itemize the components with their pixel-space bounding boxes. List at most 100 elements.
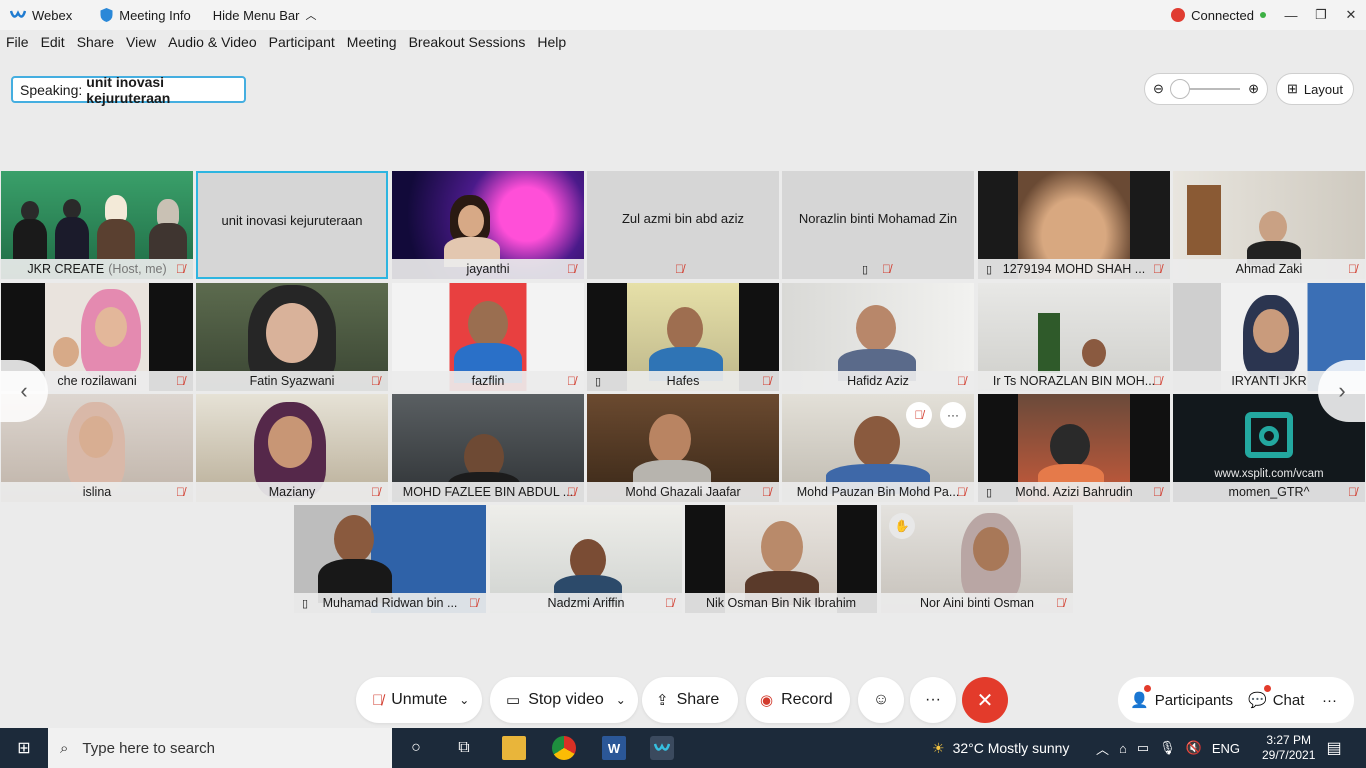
participant-nameplate: islina [1, 482, 193, 502]
participant-tile[interactable]: ✋ Nor Aini binti Osman 🎙̸ [881, 505, 1073, 613]
layout-button[interactable]: ⊞ Layout [1276, 73, 1354, 105]
participant-tile[interactable]: Maziany 🎙̸ [196, 394, 388, 502]
muted-mic-icon: 🎙̸ [372, 691, 384, 709]
chevron-down-icon[interactable]: ⌄ [459, 693, 469, 707]
participant-tile[interactable]: fazflin 🎙̸ [392, 283, 584, 391]
tile-mute-button[interactable]: 🎙̸ [906, 402, 932, 428]
participant-tile[interactable]: 1279194 MOHD SHAH ... ▯ 🎙̸ [978, 171, 1170, 279]
menu-meeting[interactable]: Meeting [347, 34, 397, 56]
microphone-icon[interactable]: 🎙 [1159, 740, 1176, 756]
layout-grid-icon: ⊞ [1287, 81, 1298, 96]
participant-tile[interactable]: Mohd. Azizi Bahrudin ▯ 🎙̸ [978, 394, 1170, 502]
battery-icon[interactable]: ▭ [1137, 740, 1149, 756]
unmute-button[interactable]: 🎙̸ Unmute ⌄ [356, 677, 482, 723]
cortana-icon[interactable]: ○ [404, 736, 428, 760]
muted-mic-icon: 🎙̸ [1348, 262, 1357, 276]
reactions-button[interactable]: ☺ [858, 677, 904, 723]
menu-share[interactable]: Share [77, 34, 114, 56]
menu-file[interactable]: File [6, 34, 29, 56]
meeting-info-button[interactable]: Meeting Info [100, 8, 191, 23]
clock[interactable]: 3:27 PM 29/7/2021 [1262, 728, 1315, 768]
zoom-slider[interactable] [1169, 79, 1241, 99]
chevron-down-icon[interactable]: ⌄ [616, 693, 626, 707]
participant-name: che rozilawani [57, 374, 137, 388]
participant-name: Muhamad Ridwan bin ... [322, 596, 458, 610]
participant-tile[interactable]: Mohd Ghazali Jaafar 🎙̸ [587, 394, 779, 502]
zoom-in-icon[interactable]: ⊕ [1248, 81, 1259, 97]
participant-tile[interactable]: Nik Osman Bin Nik Ibrahim [685, 505, 877, 613]
participant-tile[interactable]: MOHD FAZLEE BIN ABDUL ... 🎙̸ [392, 394, 584, 502]
hide-menu-bar-label: Hide Menu Bar [212, 7, 300, 23]
panel-controls: 👤 Participants 💬 Chat ··· [1118, 677, 1354, 723]
participant-tile[interactable]: Hafes ▯ 🎙̸ [587, 283, 779, 391]
participant-tile[interactable]: Hafidz Aziz 🎙̸ [782, 283, 974, 391]
participant-tile[interactable]: Ir Ts NORAZLAN BIN MOH... 🎙̸ [978, 283, 1170, 391]
hide-menu-bar-button[interactable]: Hide Menu Bar ︿ [213, 7, 317, 23]
phone-icon: ▯ [302, 598, 309, 610]
taskbar-search[interactable]: ⌕ Type here to search [48, 728, 392, 768]
menu-view[interactable]: View [126, 34, 156, 56]
webex-taskbar-icon[interactable] [650, 736, 674, 760]
language-indicator[interactable]: ENG [1212, 741, 1240, 756]
task-view-icon[interactable]: ⧉ [452, 736, 476, 760]
zoom-slider-knob[interactable] [1169, 79, 1190, 99]
menu-audio-video[interactable]: Audio & Video [168, 34, 256, 56]
network-icon[interactable]: ⌂ [1119, 741, 1127, 756]
participant-tile[interactable]: Fatin Syazwani 🎙̸ [196, 283, 388, 391]
participant-nameplate: Maziany [196, 482, 388, 502]
windows-start-icon[interactable]: ⊞ [12, 736, 36, 760]
title-bar: Webex Meeting Info Hide Menu Bar ︿ [0, 0, 1366, 30]
record-button[interactable]: ◉ Record [746, 677, 850, 723]
menu-help[interactable]: Help [537, 34, 566, 56]
participant-nameplate: Hafidz Aziz [782, 371, 974, 391]
speaking-label: Speaking: [20, 81, 83, 98]
notification-center-icon[interactable]: ▤ [1322, 736, 1346, 760]
share-button[interactable]: ⇪ Share [642, 677, 738, 723]
participant-name: MOHD FAZLEE BIN ABDUL ... [402, 485, 574, 499]
menu-participant[interactable]: Participant [269, 34, 335, 56]
chrome-icon[interactable] [552, 736, 576, 760]
participant-name: fazflin [471, 374, 505, 388]
shield-icon [100, 8, 113, 22]
maximize-button[interactable]: ❐ [1306, 0, 1336, 30]
participant-tile[interactable]: Muhamad Ridwan bin ... ▯ 🎙̸ [294, 505, 486, 613]
more-dots-icon: ··· [925, 691, 941, 708]
panel-more-button[interactable]: ··· [1312, 692, 1337, 709]
chevron-up-icon[interactable]: ︿ [1096, 739, 1109, 758]
window-controls: — ❐ ✕ [1276, 0, 1366, 30]
word-icon[interactable]: W [602, 736, 626, 760]
participant-tile[interactable]: Zul azmi bin abd aziz 🎙̸ [587, 171, 779, 279]
participant-tile[interactable]: Nadzmi Ariffin 🎙̸ [490, 505, 682, 613]
participants-button[interactable]: 👤 Participants [1118, 685, 1238, 709]
connection-status[interactable]: Connected [1171, 0, 1266, 30]
notification-dot [1264, 685, 1271, 692]
weather-widget[interactable]: ☀ 32°C Mostly sunny [932, 728, 1069, 768]
menu-edit[interactable]: Edit [41, 34, 65, 56]
share-label: Share [676, 691, 720, 708]
participant-tile[interactable]: Norazlin binti Mohamad Zin ▯ 🎙̸ [782, 171, 974, 279]
participant-name: Ahmad Zaki [1235, 262, 1303, 276]
close-window-button[interactable]: ✕ [1336, 0, 1366, 30]
participant-name: Nik Osman Bin Nik Ibrahim [705, 596, 857, 610]
phone-icon: ▯ [862, 264, 869, 276]
clock-time: 3:27 PM [1266, 733, 1312, 747]
more-options-button[interactable]: ··· [910, 677, 956, 723]
volume-muted-icon[interactable]: 🔇 [1186, 740, 1202, 756]
leave-meeting-button[interactable]: ✕ [962, 677, 1008, 723]
participant-name: jayanthi [466, 262, 510, 276]
tile-more-button[interactable]: ··· [940, 402, 966, 428]
participant-tile[interactable]: 🎙̸ ··· Mohd Pauzan Bin Mohd Pa... 🎙̸ [782, 394, 974, 502]
zoom-out-icon[interactable]: ⊖ [1153, 81, 1164, 97]
participant-tile[interactable]: unit inovasi kejuruteraan [196, 171, 388, 279]
participant-name: Hafes [666, 374, 700, 388]
participant-tile[interactable]: JKR CREATE (Host, me) 🎙̸ [1, 171, 193, 279]
minimize-button[interactable]: — [1276, 0, 1306, 30]
chat-button[interactable]: 💬 Chat [1238, 685, 1312, 709]
stop-video-button[interactable]: ▭ Stop video ⌄ [490, 677, 638, 723]
menu-breakout-sessions[interactable]: Breakout Sessions [409, 34, 526, 56]
file-explorer-icon[interactable] [502, 736, 526, 760]
participant-tile[interactable]: jayanthi 🎙̸ [392, 171, 584, 279]
muted-mic-icon: 🎙̸ [1056, 596, 1065, 610]
participant-tile[interactable]: Ahmad Zaki 🎙̸ [1173, 171, 1365, 279]
connection-dot-icon [1260, 12, 1266, 18]
